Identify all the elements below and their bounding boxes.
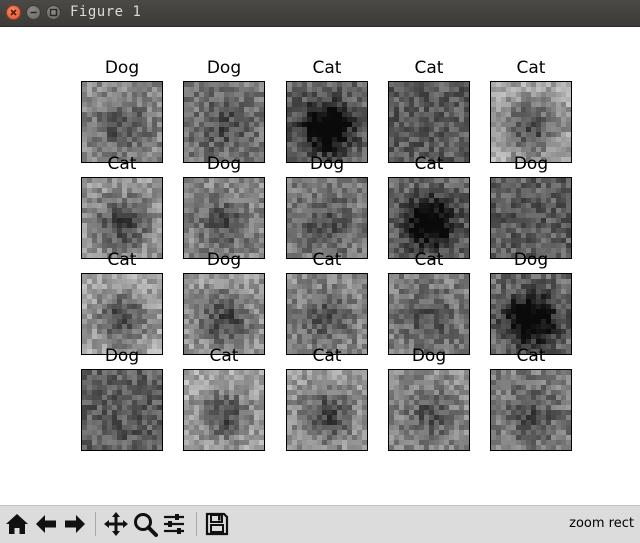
subplot-title: Cat [470, 346, 592, 366]
animal-photo [183, 369, 265, 451]
window-titlebar[interactable]: Figure 1 [0, 0, 640, 27]
home-button[interactable] [3, 510, 31, 538]
maximize-icon [47, 6, 60, 19]
zoom-icon [131, 510, 159, 538]
forward-button[interactable] [61, 510, 89, 538]
animal-photo [81, 81, 163, 163]
animal-photo [490, 177, 572, 259]
animal-photo [183, 177, 265, 259]
animal-photo [286, 177, 368, 259]
animal-photo [81, 177, 163, 259]
subplot-title: Cat [470, 58, 592, 78]
configure-subplots-button[interactable] [160, 510, 188, 538]
close-icon [7, 6, 20, 19]
window-title: Figure 1 [70, 4, 141, 20]
animal-photo [286, 369, 368, 451]
animal-photo [388, 177, 470, 259]
animal-photo [490, 81, 572, 163]
animal-photo [183, 81, 265, 163]
animal-photo [388, 273, 470, 355]
status-message: zoom rect [569, 516, 634, 531]
animal-photo [490, 273, 572, 355]
animal-photo [81, 369, 163, 451]
maximize-window-button[interactable] [46, 5, 61, 20]
close-window-button[interactable] [6, 5, 21, 20]
animal-photo [183, 273, 265, 355]
arrow-left-icon [32, 510, 60, 538]
animal-photo [388, 81, 470, 163]
arrow-right-icon [61, 510, 89, 538]
animal-photo [490, 369, 572, 451]
pan-icon [102, 510, 130, 538]
toolbar-separator [196, 512, 197, 536]
toolbar-separator [95, 512, 96, 536]
home-icon [3, 510, 31, 538]
zoom-button[interactable] [131, 510, 159, 538]
minimize-icon [27, 6, 40, 19]
subplot-title: Dog [470, 154, 592, 174]
animal-photo [286, 273, 368, 355]
back-button[interactable] [32, 510, 60, 538]
figure-canvas[interactable]: DogDogCatCatCatCatDogDogCatDogCatDogCatC… [0, 27, 640, 505]
animal-photo [388, 369, 470, 451]
save-icon [203, 510, 231, 538]
minimize-window-button[interactable] [26, 5, 41, 20]
subplot-title: Dog [470, 250, 592, 270]
pan-button[interactable] [102, 510, 130, 538]
save-button[interactable] [203, 510, 231, 538]
animal-photo [81, 273, 163, 355]
navigation-toolbar: zoom rect [0, 505, 640, 543]
animal-photo [286, 81, 368, 163]
sliders-icon [160, 510, 188, 538]
